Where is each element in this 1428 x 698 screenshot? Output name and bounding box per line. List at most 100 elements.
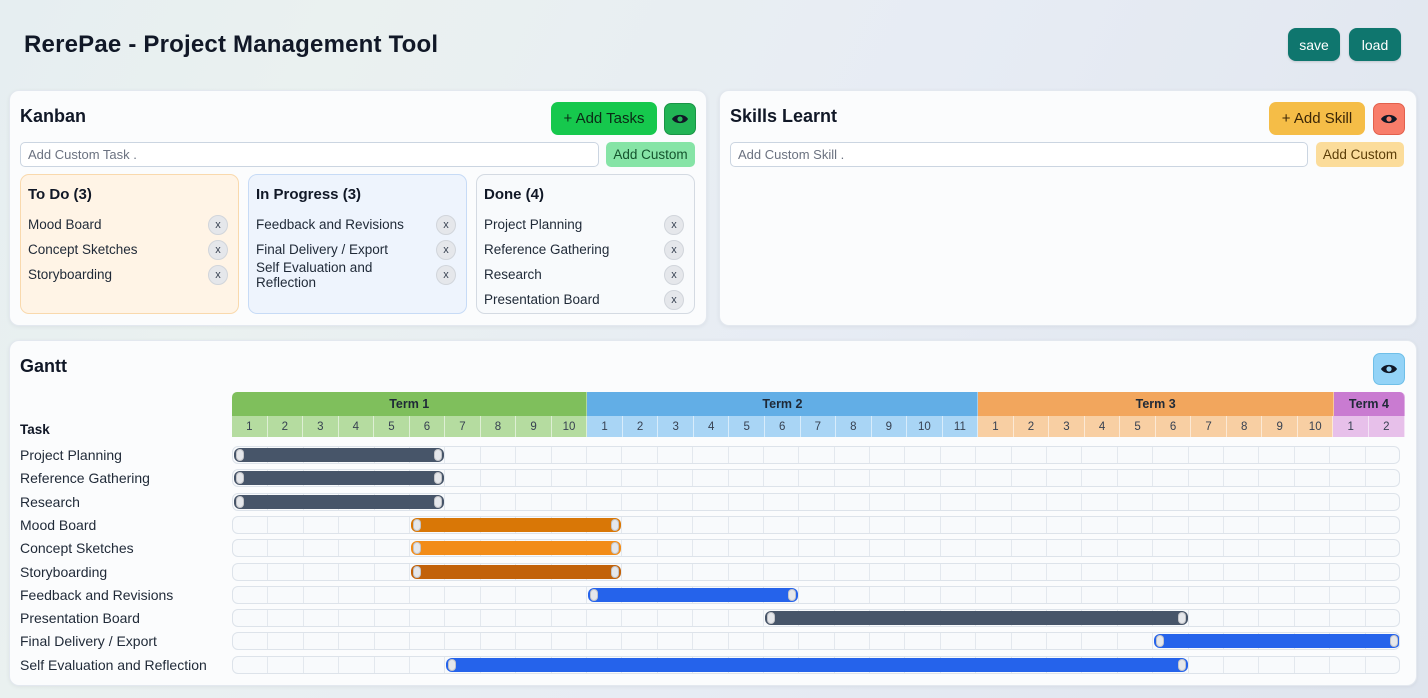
bar-start-handle[interactable] (589, 588, 598, 601)
gantt-cell[interactable] (1224, 470, 1260, 487)
gantt-cell[interactable] (905, 586, 941, 603)
gantt-cell[interactable] (729, 516, 764, 533)
gantt-cell[interactable] (1259, 493, 1295, 510)
remove-card-button[interactable]: x (664, 289, 684, 310)
gantt-cell[interactable] (1259, 586, 1295, 603)
gantt-cell[interactable] (516, 633, 552, 650)
gantt-cell[interactable] (1189, 493, 1225, 510)
gantt-cell[interactable] (870, 563, 906, 580)
bar-start-handle[interactable] (236, 495, 244, 508)
gantt-cell[interactable] (941, 493, 977, 510)
gantt-bar[interactable] (410, 564, 622, 579)
gantt-cell[interactable] (552, 470, 587, 487)
gantt-cell[interactable] (1330, 610, 1366, 627)
gantt-cell[interactable] (799, 563, 835, 580)
gantt-cell[interactable] (1118, 493, 1154, 510)
custom-task-input[interactable] (20, 142, 599, 167)
gantt-cell[interactable] (587, 633, 623, 650)
gantt-cell[interactable] (905, 447, 941, 463)
gantt-cell[interactable] (729, 610, 764, 627)
gantt-cell[interactable] (870, 493, 906, 510)
add-custom-skill-button[interactable]: Add Custom (1316, 142, 1404, 167)
gantt-cell[interactable] (1082, 516, 1118, 533)
bar-start-handle[interactable] (766, 612, 775, 625)
gantt-cell[interactable] (835, 516, 871, 533)
kanban-card[interactable]: Reference Gathering x (484, 237, 687, 262)
kanban-card[interactable]: Concept Sketches x (28, 237, 231, 262)
skills-visibility-button[interactable] (1373, 103, 1405, 135)
gantt-cell[interactable] (905, 493, 941, 510)
kanban-card[interactable]: Final Delivery / Export x (256, 237, 459, 262)
gantt-cell[interactable] (339, 540, 375, 557)
gantt-cell[interactable] (304, 586, 340, 603)
gantt-visibility-button[interactable] (1373, 353, 1405, 385)
load-button[interactable]: load (1349, 28, 1401, 61)
gantt-cell[interactable] (835, 586, 871, 603)
gantt-cell[interactable] (1295, 470, 1331, 487)
gantt-cell[interactable] (622, 470, 658, 487)
gantt-cell[interactable] (799, 540, 835, 557)
gantt-cell[interactable] (516, 610, 552, 627)
gantt-cell[interactable] (835, 540, 871, 557)
gantt-cell[interactable] (516, 586, 552, 603)
gantt-cell[interactable] (1153, 493, 1189, 510)
remove-card-button[interactable]: x (436, 214, 456, 235)
gantt-cell[interactable] (905, 540, 941, 557)
gantt-cell[interactable] (1330, 516, 1366, 533)
bar-end-handle[interactable] (1389, 635, 1398, 648)
kanban-card[interactable]: Mood Board x (28, 212, 231, 237)
gantt-cell[interactable] (1295, 586, 1331, 603)
gantt-cell[interactable] (233, 586, 269, 603)
gantt-cell[interactable] (1012, 493, 1048, 510)
gantt-cell[interactable] (658, 470, 694, 487)
gantt-cell[interactable] (1012, 447, 1048, 463)
remove-card-button[interactable]: x (664, 214, 684, 235)
gantt-cell[interactable] (587, 493, 623, 510)
gantt-cell[interactable] (481, 586, 517, 603)
gantt-cell[interactable] (481, 447, 517, 463)
gantt-cell[interactable] (729, 540, 764, 557)
gantt-cell[interactable] (1153, 447, 1189, 463)
gantt-cell[interactable] (941, 516, 977, 533)
gantt-cell[interactable] (1118, 563, 1154, 580)
gantt-cell[interactable] (1047, 447, 1083, 463)
gantt-cell[interactable] (1259, 656, 1295, 673)
gantt-cell[interactable] (268, 563, 304, 580)
gantt-bar[interactable] (587, 587, 799, 602)
gantt-cell[interactable] (1012, 540, 1048, 557)
gantt-cell[interactable] (1012, 470, 1048, 487)
gantt-cell[interactable] (799, 493, 835, 510)
gantt-cell[interactable] (729, 563, 764, 580)
bar-start-handle[interactable] (1156, 635, 1165, 648)
gantt-cell[interactable] (1189, 586, 1225, 603)
gantt-cell[interactable] (658, 633, 694, 650)
gantt-cell[interactable] (870, 516, 906, 533)
add-skill-button[interactable]: + Add Skill (1269, 102, 1365, 135)
kanban-card[interactable]: Project Planning x (484, 212, 687, 237)
gantt-cell[interactable] (1153, 586, 1189, 603)
gantt-cell[interactable] (1295, 447, 1331, 463)
gantt-cell[interactable] (1082, 540, 1118, 557)
gantt-cell[interactable] (1118, 447, 1154, 463)
gantt-cell[interactable] (1330, 586, 1366, 603)
gantt-cell[interactable] (976, 447, 1012, 463)
gantt-cell[interactable] (905, 470, 941, 487)
gantt-cell[interactable] (870, 540, 906, 557)
gantt-cell[interactable] (622, 540, 658, 557)
gantt-cell[interactable] (1012, 563, 1048, 580)
gantt-cell[interactable] (304, 656, 340, 673)
bar-end-handle[interactable] (611, 565, 620, 578)
gantt-cell[interactable] (1259, 447, 1295, 463)
gantt-cell[interactable] (729, 633, 764, 650)
gantt-cell[interactable] (658, 610, 694, 627)
gantt-cell[interactable] (905, 563, 941, 580)
gantt-cell[interactable] (1047, 633, 1083, 650)
gantt-cell[interactable] (1330, 470, 1366, 487)
gantt-cell[interactable] (268, 540, 304, 557)
gantt-cell[interactable] (658, 540, 694, 557)
gantt-cell[interactable] (1118, 516, 1154, 533)
gantt-cell[interactable] (1224, 563, 1260, 580)
gantt-cell[interactable] (799, 586, 835, 603)
gantt-cell[interactable] (1295, 563, 1331, 580)
custom-skill-input[interactable] (730, 142, 1308, 167)
